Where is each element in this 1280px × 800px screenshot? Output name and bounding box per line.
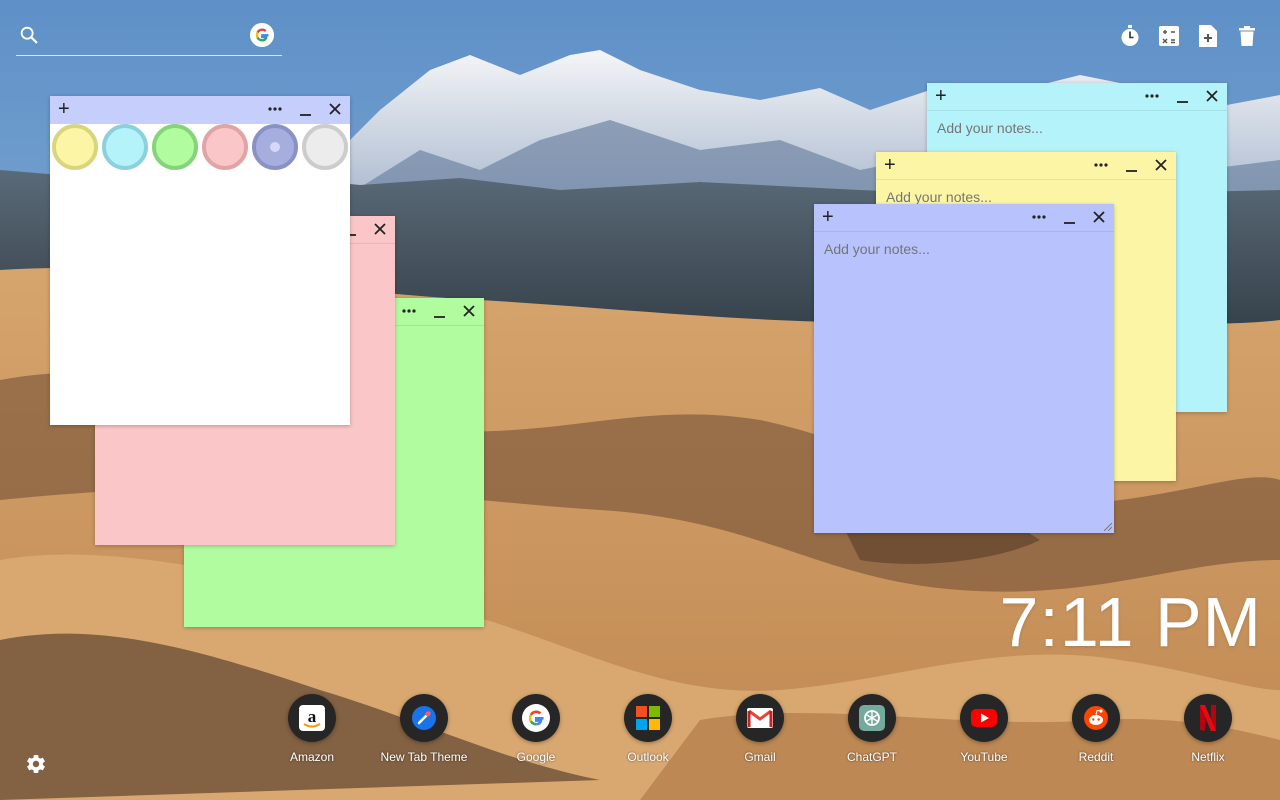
more-options-icon[interactable] <box>1032 208 1046 226</box>
new-tab-theme-icon <box>400 694 448 742</box>
sticky-note-blue: + <box>814 204 1114 533</box>
search-input[interactable] <box>50 22 240 50</box>
top-toolbar <box>1119 24 1258 48</box>
minimize-icon[interactable] <box>432 302 446 320</box>
outlook-icon <box>624 694 672 742</box>
google-icon <box>512 694 560 742</box>
shortcut-reddit[interactable]: Reddit <box>1040 694 1152 764</box>
shortcut-amazon[interactable]: a Amazon <box>256 694 368 764</box>
close-icon[interactable] <box>1092 208 1106 226</box>
selected-indicator-icon <box>270 142 280 152</box>
trash-icon[interactable] <box>1236 24 1258 48</box>
more-options-icon[interactable] <box>268 100 282 118</box>
shortcut-chatgpt[interactable]: ChatGPT <box>816 694 928 764</box>
calculator-icon[interactable] <box>1158 24 1180 48</box>
sticky-note-white-color-picker: + <box>50 96 350 425</box>
reddit-icon <box>1072 694 1120 742</box>
color-swatch-cyan[interactable] <box>102 124 148 170</box>
minimize-icon[interactable] <box>1124 156 1138 174</box>
google-icon[interactable] <box>250 23 274 47</box>
svg-text:a: a <box>308 707 317 726</box>
more-options-icon[interactable] <box>1145 87 1159 105</box>
color-swatch-white[interactable] <box>302 124 348 170</box>
shortcut-youtube[interactable]: YouTube <box>928 694 1040 764</box>
add-note-icon[interactable] <box>1197 24 1219 48</box>
minimize-icon[interactable] <box>1175 87 1189 105</box>
more-options-icon[interactable] <box>402 302 416 320</box>
resize-handle-icon[interactable] <box>1104 523 1112 531</box>
shortcut-gmail[interactable]: Gmail <box>704 694 816 764</box>
note-textarea[interactable] <box>814 232 1114 533</box>
close-icon[interactable] <box>462 302 476 320</box>
color-palette <box>50 124 348 170</box>
note-header: + <box>814 204 1114 232</box>
settings-gear-icon[interactable] <box>25 753 47 775</box>
add-note-button[interactable]: + <box>58 99 70 119</box>
color-swatch-pink[interactable] <box>202 124 248 170</box>
close-icon[interactable] <box>373 220 387 238</box>
minimize-icon[interactable] <box>298 100 312 118</box>
clock-display: 7:11 PM <box>999 583 1262 661</box>
add-note-button[interactable]: + <box>822 207 834 227</box>
add-note-button[interactable]: + <box>935 86 947 106</box>
youtube-icon <box>960 694 1008 742</box>
shortcut-netflix[interactable]: Netflix <box>1152 694 1264 764</box>
close-icon[interactable] <box>328 100 342 118</box>
shortcut-new-tab-theme[interactable]: New Tab Theme <box>368 694 480 764</box>
shortcut-google[interactable]: Google <box>480 694 592 764</box>
note-header: + <box>50 96 350 124</box>
note-header: + <box>927 83 1227 111</box>
color-swatch-yellow[interactable] <box>52 124 98 170</box>
shortcut-outlook[interactable]: Outlook <box>592 694 704 764</box>
color-swatch-green[interactable] <box>152 124 198 170</box>
chatgpt-icon <box>848 694 896 742</box>
add-note-button[interactable]: + <box>884 155 896 175</box>
shortcut-dock: a Amazon New Tab Theme Google Outlook Gm… <box>256 694 1264 764</box>
gmail-icon <box>736 694 784 742</box>
amazon-icon: a <box>288 694 336 742</box>
note-header: + <box>876 152 1176 180</box>
color-swatch-blue[interactable] <box>252 124 298 170</box>
close-icon[interactable] <box>1154 156 1168 174</box>
netflix-icon <box>1184 694 1232 742</box>
close-icon[interactable] <box>1205 87 1219 105</box>
search-bar <box>16 20 282 56</box>
more-options-icon[interactable] <box>1094 156 1108 174</box>
search-icon[interactable] <box>18 24 40 46</box>
timer-icon[interactable] <box>1119 24 1141 48</box>
minimize-icon[interactable] <box>1062 208 1076 226</box>
